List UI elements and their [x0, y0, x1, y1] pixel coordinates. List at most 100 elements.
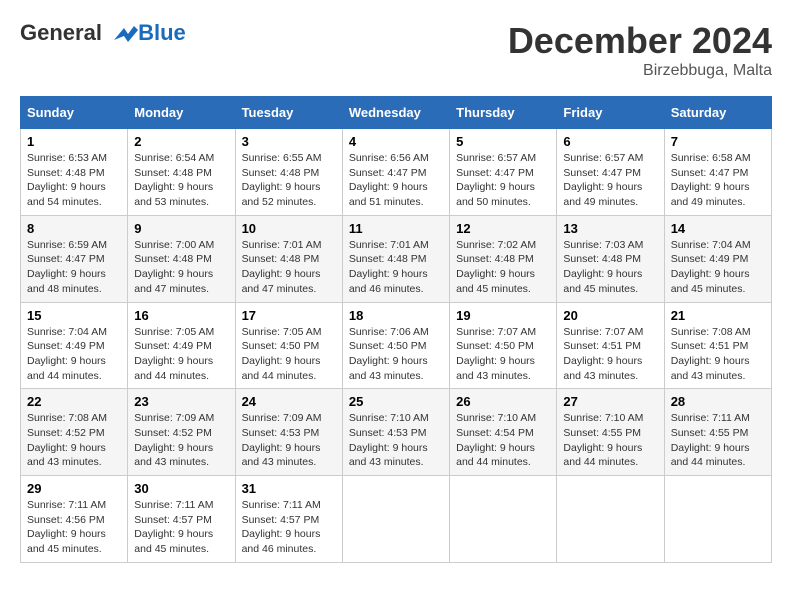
day-cell: 14 Sunrise: 7:04 AM Sunset: 4:49 PM Dayl… [664, 215, 771, 302]
day-number: 18 [349, 308, 443, 323]
day-info: Sunrise: 7:01 AM Sunset: 4:48 PM Dayligh… [349, 238, 443, 297]
day-info: Sunrise: 7:08 AM Sunset: 4:52 PM Dayligh… [27, 411, 121, 470]
day-info: Sunrise: 7:10 AM Sunset: 4:54 PM Dayligh… [456, 411, 550, 470]
header-wednesday: Wednesday [342, 97, 449, 129]
day-info: Sunrise: 7:04 AM Sunset: 4:49 PM Dayligh… [27, 325, 121, 384]
day-cell: 29 Sunrise: 7:11 AM Sunset: 4:56 PM Dayl… [21, 476, 128, 563]
day-info: Sunrise: 7:08 AM Sunset: 4:51 PM Dayligh… [671, 325, 765, 384]
day-info: Sunrise: 7:11 AM Sunset: 4:56 PM Dayligh… [27, 498, 121, 557]
week-row-5: 29 Sunrise: 7:11 AM Sunset: 4:56 PM Dayl… [21, 476, 772, 563]
day-number: 30 [134, 481, 228, 496]
day-cell: 8 Sunrise: 6:59 AM Sunset: 4:47 PM Dayli… [21, 215, 128, 302]
day-number: 5 [456, 134, 550, 149]
week-row-1: 1 Sunrise: 6:53 AM Sunset: 4:48 PM Dayli… [21, 129, 772, 216]
day-number: 13 [563, 221, 657, 236]
day-number: 3 [242, 134, 336, 149]
day-info: Sunrise: 7:06 AM Sunset: 4:50 PM Dayligh… [349, 325, 443, 384]
day-number: 22 [27, 394, 121, 409]
day-cell: 26 Sunrise: 7:10 AM Sunset: 4:54 PM Dayl… [450, 389, 557, 476]
day-cell: 1 Sunrise: 6:53 AM Sunset: 4:48 PM Dayli… [21, 129, 128, 216]
day-info: Sunrise: 6:57 AM Sunset: 4:47 PM Dayligh… [563, 151, 657, 210]
day-info: Sunrise: 6:57 AM Sunset: 4:47 PM Dayligh… [456, 151, 550, 210]
day-number: 9 [134, 221, 228, 236]
day-number: 15 [27, 308, 121, 323]
day-cell: 6 Sunrise: 6:57 AM Sunset: 4:47 PM Dayli… [557, 129, 664, 216]
logo: General Blue [20, 20, 186, 48]
day-number: 21 [671, 308, 765, 323]
day-number: 10 [242, 221, 336, 236]
day-info: Sunrise: 7:11 AM Sunset: 4:57 PM Dayligh… [134, 498, 228, 557]
logo-general: General [20, 20, 102, 45]
day-info: Sunrise: 7:10 AM Sunset: 4:55 PM Dayligh… [563, 411, 657, 470]
header-saturday: Saturday [664, 97, 771, 129]
header: General Blue December 2024 Birzebbuga, M… [20, 20, 772, 80]
day-number: 6 [563, 134, 657, 149]
header-thursday: Thursday [450, 97, 557, 129]
day-cell: 16 Sunrise: 7:05 AM Sunset: 4:49 PM Dayl… [128, 302, 235, 389]
day-info: Sunrise: 7:10 AM Sunset: 4:53 PM Dayligh… [349, 411, 443, 470]
day-info: Sunrise: 7:09 AM Sunset: 4:53 PM Dayligh… [242, 411, 336, 470]
day-cell: 12 Sunrise: 7:02 AM Sunset: 4:48 PM Dayl… [450, 215, 557, 302]
calendar-table: SundayMondayTuesdayWednesdayThursdayFrid… [20, 96, 772, 563]
day-number: 8 [27, 221, 121, 236]
day-number: 11 [349, 221, 443, 236]
day-cell: 7 Sunrise: 6:58 AM Sunset: 4:47 PM Dayli… [664, 129, 771, 216]
day-info: Sunrise: 6:53 AM Sunset: 4:48 PM Dayligh… [27, 151, 121, 210]
month-title: December 2024 [508, 20, 772, 62]
day-number: 28 [671, 394, 765, 409]
day-number: 14 [671, 221, 765, 236]
day-cell [342, 476, 449, 563]
day-number: 20 [563, 308, 657, 323]
day-info: Sunrise: 7:11 AM Sunset: 4:55 PM Dayligh… [671, 411, 765, 470]
day-cell [450, 476, 557, 563]
title-area: December 2024 Birzebbuga, Malta [508, 20, 772, 80]
day-cell: 25 Sunrise: 7:10 AM Sunset: 4:53 PM Dayl… [342, 389, 449, 476]
day-number: 7 [671, 134, 765, 149]
day-cell: 9 Sunrise: 7:00 AM Sunset: 4:48 PM Dayli… [128, 215, 235, 302]
day-cell: 24 Sunrise: 7:09 AM Sunset: 4:53 PM Dayl… [235, 389, 342, 476]
day-cell: 27 Sunrise: 7:10 AM Sunset: 4:55 PM Dayl… [557, 389, 664, 476]
day-number: 17 [242, 308, 336, 323]
day-number: 24 [242, 394, 336, 409]
day-cell [557, 476, 664, 563]
day-cell [664, 476, 771, 563]
day-info: Sunrise: 7:11 AM Sunset: 4:57 PM Dayligh… [242, 498, 336, 557]
day-cell: 23 Sunrise: 7:09 AM Sunset: 4:52 PM Dayl… [128, 389, 235, 476]
day-cell: 3 Sunrise: 6:55 AM Sunset: 4:48 PM Dayli… [235, 129, 342, 216]
day-cell: 30 Sunrise: 7:11 AM Sunset: 4:57 PM Dayl… [128, 476, 235, 563]
day-number: 19 [456, 308, 550, 323]
day-info: Sunrise: 6:56 AM Sunset: 4:47 PM Dayligh… [349, 151, 443, 210]
day-cell: 31 Sunrise: 7:11 AM Sunset: 4:57 PM Dayl… [235, 476, 342, 563]
day-cell: 11 Sunrise: 7:01 AM Sunset: 4:48 PM Dayl… [342, 215, 449, 302]
day-cell: 21 Sunrise: 7:08 AM Sunset: 4:51 PM Dayl… [664, 302, 771, 389]
day-info: Sunrise: 6:54 AM Sunset: 4:48 PM Dayligh… [134, 151, 228, 210]
header-tuesday: Tuesday [235, 97, 342, 129]
day-cell: 15 Sunrise: 7:04 AM Sunset: 4:49 PM Dayl… [21, 302, 128, 389]
day-cell: 22 Sunrise: 7:08 AM Sunset: 4:52 PM Dayl… [21, 389, 128, 476]
day-number: 27 [563, 394, 657, 409]
day-number: 2 [134, 134, 228, 149]
day-number: 12 [456, 221, 550, 236]
day-info: Sunrise: 7:05 AM Sunset: 4:50 PM Dayligh… [242, 325, 336, 384]
week-row-4: 22 Sunrise: 7:08 AM Sunset: 4:52 PM Dayl… [21, 389, 772, 476]
day-info: Sunrise: 6:55 AM Sunset: 4:48 PM Dayligh… [242, 151, 336, 210]
day-cell: 13 Sunrise: 7:03 AM Sunset: 4:48 PM Dayl… [557, 215, 664, 302]
day-info: Sunrise: 7:05 AM Sunset: 4:49 PM Dayligh… [134, 325, 228, 384]
day-number: 31 [242, 481, 336, 496]
day-cell: 5 Sunrise: 6:57 AM Sunset: 4:47 PM Dayli… [450, 129, 557, 216]
day-number: 23 [134, 394, 228, 409]
day-info: Sunrise: 7:03 AM Sunset: 4:48 PM Dayligh… [563, 238, 657, 297]
header-friday: Friday [557, 97, 664, 129]
day-info: Sunrise: 7:07 AM Sunset: 4:51 PM Dayligh… [563, 325, 657, 384]
day-info: Sunrise: 6:58 AM Sunset: 4:47 PM Dayligh… [671, 151, 765, 210]
day-number: 4 [349, 134, 443, 149]
day-cell: 2 Sunrise: 6:54 AM Sunset: 4:48 PM Dayli… [128, 129, 235, 216]
day-number: 1 [27, 134, 121, 149]
day-info: Sunrise: 7:09 AM Sunset: 4:52 PM Dayligh… [134, 411, 228, 470]
logo-bird-icon [110, 20, 138, 48]
day-info: Sunrise: 7:07 AM Sunset: 4:50 PM Dayligh… [456, 325, 550, 384]
day-number: 16 [134, 308, 228, 323]
header-sunday: Sunday [21, 97, 128, 129]
day-cell: 28 Sunrise: 7:11 AM Sunset: 4:55 PM Dayl… [664, 389, 771, 476]
day-number: 29 [27, 481, 121, 496]
